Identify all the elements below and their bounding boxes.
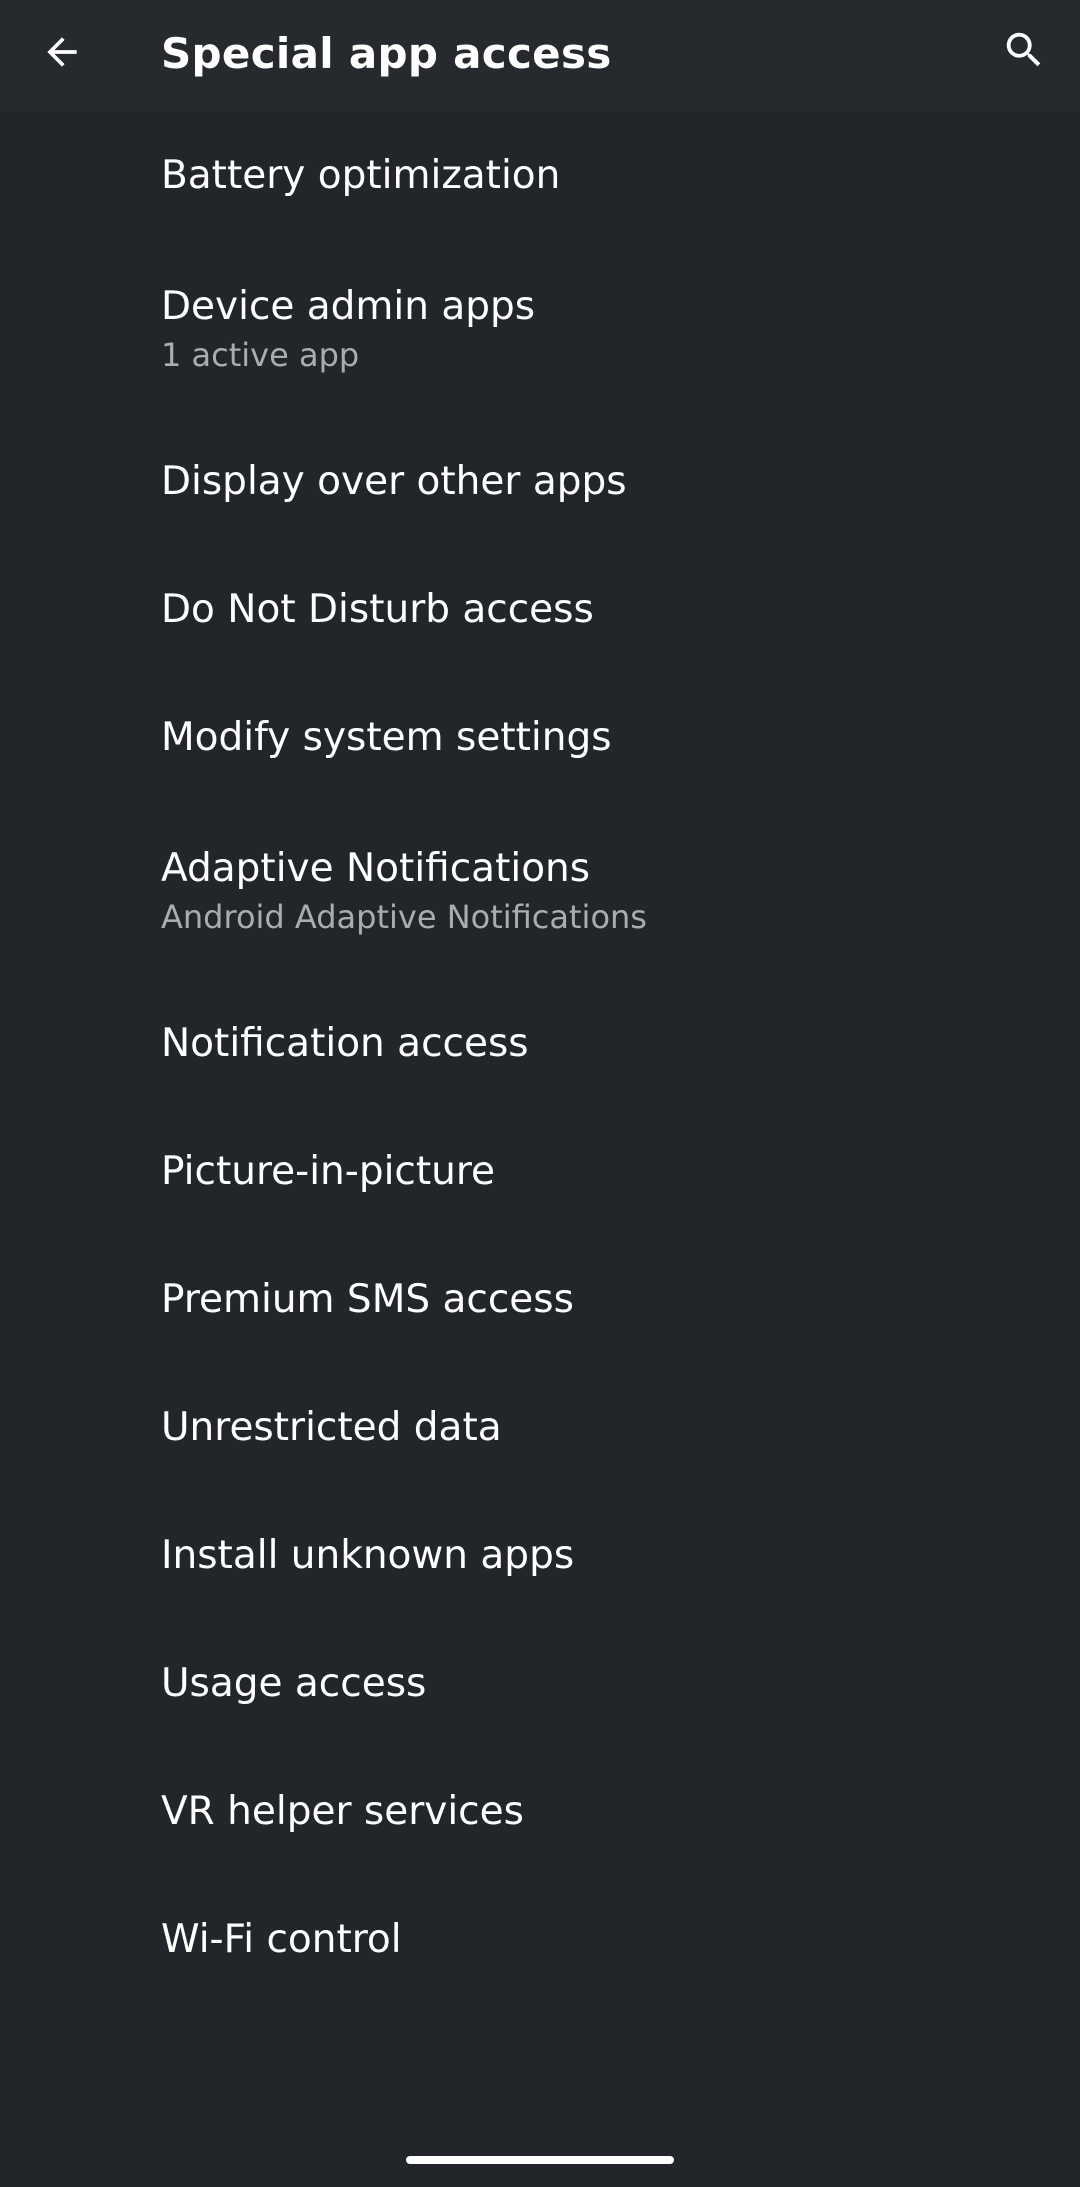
page-title: Special app access <box>161 29 612 78</box>
list-item-device-admin-apps[interactable]: Device admin apps 1 active app <box>0 240 1080 418</box>
list-item-wifi-control[interactable]: Wi-Fi control <box>0 1876 1080 2004</box>
search-button[interactable] <box>982 8 1066 92</box>
item-label: Picture-in-picture <box>161 1149 496 1194</box>
list-item-do-not-disturb-access[interactable]: Do Not Disturb access <box>0 546 1080 674</box>
list-item-modify-system-settings[interactable]: Modify system settings <box>0 674 1080 802</box>
list-item-battery-optimization[interactable]: Battery optimization <box>0 112 1080 240</box>
item-label: Unrestricted data <box>161 1405 502 1450</box>
list-item-picture-in-picture[interactable]: Picture-in-picture <box>0 1108 1080 1236</box>
item-label: Notification access <box>161 1021 529 1066</box>
settings-list: Battery optimization Device admin apps 1… <box>0 112 1080 2004</box>
item-label: Do Not Disturb access <box>161 587 594 632</box>
list-item-adaptive-notifications[interactable]: Adaptive Notifications Android Adaptive … <box>0 802 1080 980</box>
item-label: Modify system settings <box>161 715 612 760</box>
list-item-premium-sms-access[interactable]: Premium SMS access <box>0 1236 1080 1364</box>
item-label: Usage access <box>161 1661 427 1706</box>
item-label: Premium SMS access <box>161 1277 574 1322</box>
list-item-unrestricted-data[interactable]: Unrestricted data <box>0 1364 1080 1492</box>
item-label: Wi-Fi control <box>161 1917 402 1962</box>
item-subtitle: 1 active app <box>161 336 360 374</box>
list-item-install-unknown-apps[interactable]: Install unknown apps <box>0 1492 1080 1620</box>
back-button[interactable] <box>20 10 104 94</box>
search-icon <box>1006 32 1041 67</box>
item-subtitle: Android Adaptive Notifications <box>161 898 647 936</box>
list-item-notification-access[interactable]: Notification access <box>0 980 1080 1108</box>
arrow-left-icon <box>47 37 77 67</box>
gesture-nav-handle[interactable] <box>406 2156 674 2164</box>
app-bar: Special app access <box>0 0 1080 112</box>
list-item-vr-helper-services[interactable]: VR helper services <box>0 1748 1080 1876</box>
item-label: Display over other apps <box>161 459 627 504</box>
list-item-display-over-other-apps[interactable]: Display over other apps <box>0 418 1080 546</box>
list-item-usage-access[interactable]: Usage access <box>0 1620 1080 1748</box>
item-label: Install unknown apps <box>161 1533 575 1578</box>
item-label: VR helper services <box>161 1789 524 1834</box>
item-label: Adaptive Notifications <box>161 846 591 891</box>
item-label: Battery optimization <box>161 153 561 198</box>
item-label: Device admin apps <box>161 284 536 329</box>
